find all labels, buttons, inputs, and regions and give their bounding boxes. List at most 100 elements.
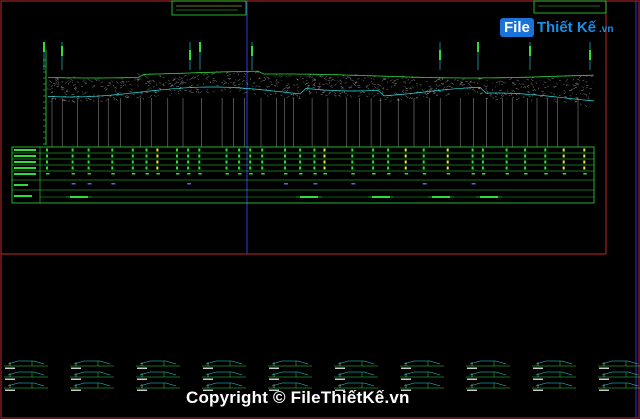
ground-hatch	[564, 96, 567, 98]
cross-section-label	[71, 367, 81, 369]
cross-section-design	[535, 382, 573, 387]
ground-hatch	[393, 84, 397, 87]
ground-hatch	[237, 79, 241, 82]
ground-hatch	[495, 98, 499, 101]
ground-hatch	[363, 77, 365, 79]
cross-section-label	[533, 378, 543, 380]
ground-hatch	[571, 88, 573, 90]
cross-section-strip	[4, 360, 640, 391]
table-cell-value	[313, 173, 317, 175]
ground-hatch	[181, 80, 183, 82]
table-cell-value	[71, 154, 74, 158]
ground-hatch	[265, 88, 268, 90]
ground-hatch	[500, 97, 503, 99]
ground-hatch	[386, 97, 389, 99]
ground-hatch	[73, 84, 76, 86]
ground-hatch	[445, 80, 449, 83]
table-cell-value	[284, 148, 286, 152]
table-cell-value	[544, 173, 548, 175]
ground-hatch	[189, 82, 191, 84]
ground-hatch	[180, 77, 182, 80]
table-cell-value	[261, 173, 265, 175]
ground-hatch	[111, 80, 113, 83]
ground-hatch	[305, 83, 307, 86]
ground-hatch	[526, 85, 529, 88]
ground-hatch	[197, 78, 199, 81]
table-cell-value	[225, 148, 228, 152]
ground-hatch	[183, 74, 187, 77]
ground-hatch	[352, 82, 355, 85]
ground-hatch	[585, 86, 588, 89]
table-cell-value	[562, 154, 565, 158]
ground-hatch	[549, 79, 551, 81]
ground-hatch	[241, 79, 245, 82]
ground-hatch	[345, 77, 348, 80]
table-cell-value	[351, 166, 354, 170]
table-cell-value	[145, 148, 148, 152]
ground-hatch	[563, 101, 565, 103]
ground-hatch	[63, 91, 66, 93]
ground-hatch	[381, 79, 384, 82]
ground-hatch	[576, 86, 578, 89]
ground-hatch	[339, 82, 342, 85]
table-cell-value	[238, 154, 241, 158]
table-cell-value	[284, 166, 286, 170]
ground-hatch	[296, 83, 299, 86]
ground-hatch	[190, 91, 194, 93]
cad-drawing-canvas[interactable]	[0, 0, 640, 419]
ground-hatch	[122, 81, 125, 84]
ground-hatch	[585, 95, 587, 97]
table-cell-value	[145, 166, 148, 170]
ground-hatch	[407, 79, 409, 81]
ground-hatch	[495, 81, 499, 84]
table-cell-value	[471, 173, 476, 175]
ground-hatch	[378, 84, 382, 87]
ground-hatch	[460, 81, 464, 83]
ground-hatch	[379, 88, 381, 91]
ground-hatch	[374, 86, 377, 89]
cross-section-design	[469, 382, 507, 387]
ground-hatch	[115, 88, 117, 90]
ground-hatch	[449, 86, 453, 89]
ground-hatch	[313, 79, 316, 81]
ground-hatch	[435, 83, 438, 87]
ground-hatch	[122, 85, 125, 87]
ground-hatch	[494, 93, 498, 95]
ground-hatch	[446, 79, 449, 82]
table-cell-value	[446, 154, 449, 158]
ground-hatch	[445, 94, 449, 96]
table-cell-value	[323, 154, 326, 158]
ground-hatch	[136, 80, 140, 82]
ground-hatch	[373, 78, 375, 80]
ground-hatch	[373, 95, 376, 97]
ground-hatch	[533, 89, 537, 91]
ground-hatch	[478, 88, 481, 90]
table-cell-value	[313, 183, 318, 185]
ground-hatch	[85, 97, 88, 100]
ground-hatch	[322, 83, 325, 85]
ground-hatch	[501, 95, 505, 98]
ground-hatch	[313, 84, 316, 87]
ground-hatch	[585, 94, 588, 96]
ground-hatch	[149, 96, 151, 98]
ground-hatch	[130, 88, 133, 91]
ground-hatch	[390, 85, 393, 88]
ground-hatch	[297, 86, 300, 89]
ground-hatch	[533, 92, 535, 95]
ground-hatch	[82, 93, 85, 96]
ground-hatch	[269, 80, 273, 83]
table-cell-value	[111, 154, 114, 158]
table-cell-value	[131, 160, 134, 164]
ground-hatch	[530, 79, 534, 81]
table-cell-value	[446, 166, 449, 170]
ground-hatch	[212, 72, 216, 74]
ground-hatch	[473, 89, 476, 92]
table-cell-value	[71, 166, 74, 170]
ground-hatch	[189, 89, 192, 92]
cross-section-label	[533, 389, 543, 391]
table-cell-value	[299, 148, 302, 152]
ground-hatch	[105, 99, 108, 101]
ground-hatch	[501, 83, 503, 85]
ground-hatch	[200, 91, 202, 93]
ground-hatch	[371, 82, 374, 85]
